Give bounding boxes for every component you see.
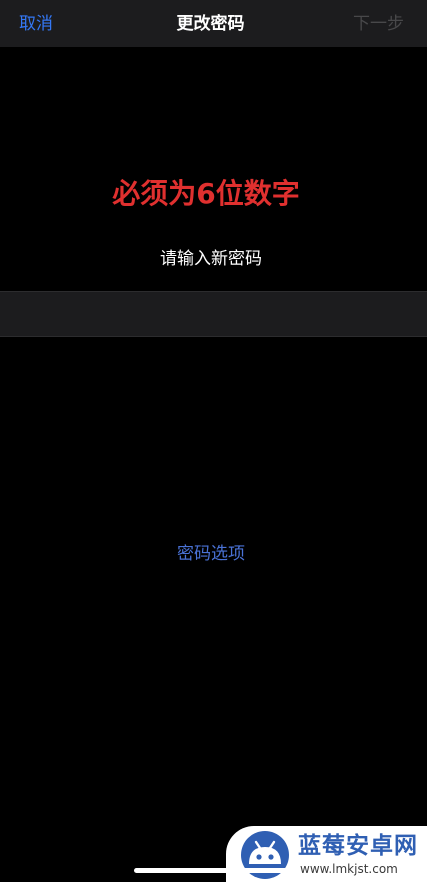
passcode-input-field[interactable] — [0, 291, 427, 337]
watermark-url: www.lmkjst.com — [300, 862, 398, 876]
navigation-bar: 取消 更改密码 下一步 — [0, 0, 427, 47]
error-message: 必须为6位数字 — [112, 177, 300, 210]
home-indicator[interactable] — [134, 868, 294, 873]
password-prompt: 请输入新密码 — [160, 249, 262, 269]
next-button[interactable]: 下一步 — [353, 13, 404, 35]
watermark-title: 蓝莓安卓网 — [298, 833, 418, 859]
watermark-logo: 蓝莓安卓网 www.lmkjst.com — [226, 826, 427, 882]
passcode-options-button[interactable]: 密码选项 — [0, 542, 422, 566]
